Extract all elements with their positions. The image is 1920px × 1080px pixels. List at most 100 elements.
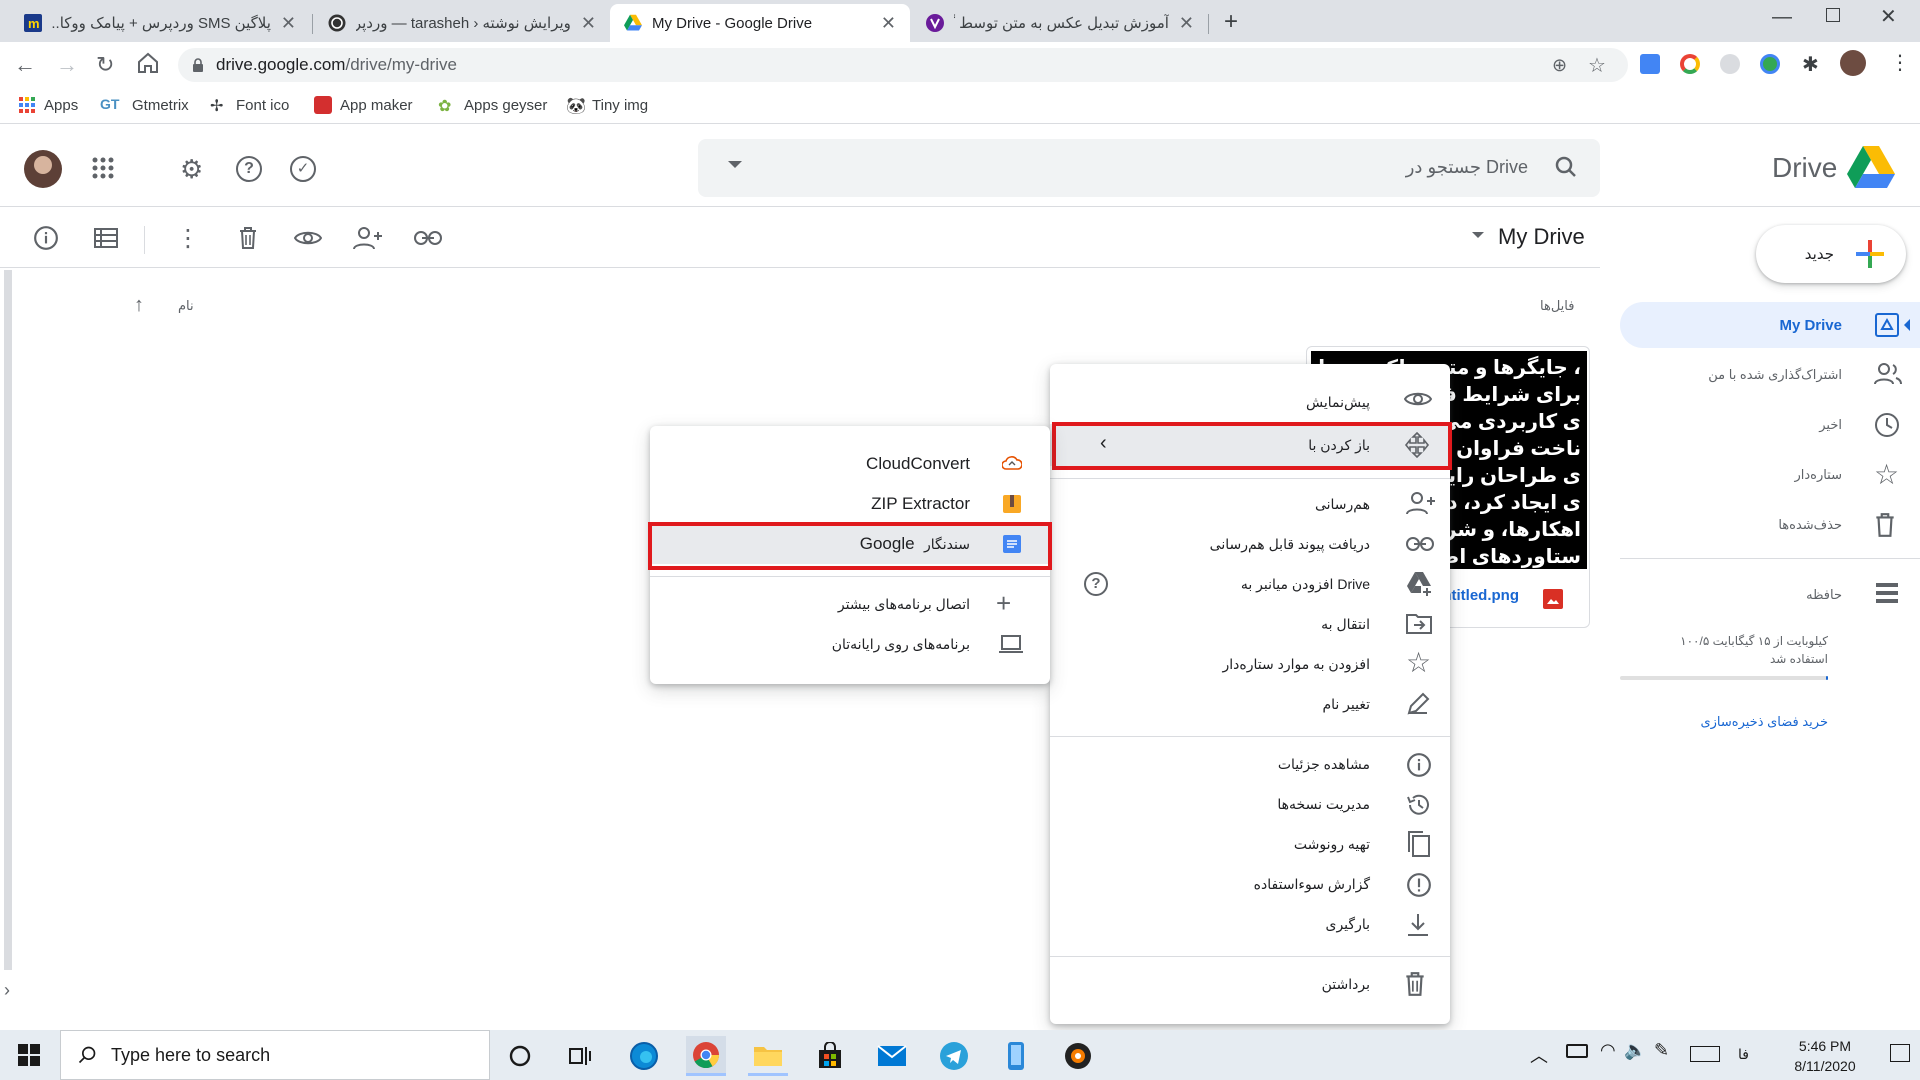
get-link-icon[interactable]	[410, 220, 446, 256]
menu-item-preview[interactable]: پیش‌نمایش	[1050, 382, 1450, 422]
taskbar-search-input[interactable]: Type here to search	[111, 1045, 270, 1066]
file-explorer-icon[interactable]	[748, 1036, 788, 1076]
breadcrumb-dropdown-icon[interactable]	[1472, 232, 1484, 238]
close-window-button[interactable]: ✕	[1880, 4, 1897, 29]
preview-eye-icon[interactable]	[290, 220, 326, 256]
close-icon[interactable]: ✕	[881, 13, 896, 34]
close-icon[interactable]: ✕	[581, 13, 596, 34]
extension-icon[interactable]	[1760, 54, 1780, 74]
taskbar-search-box[interactable]: Type here to search	[60, 1030, 490, 1080]
translate-extension-icon[interactable]	[1640, 54, 1660, 74]
tray-chevron-up-icon[interactable]: ︿	[1530, 1042, 1548, 1068]
chrome-menu-icon[interactable]: ⋮	[1890, 50, 1910, 75]
sidebar-item-starred[interactable]: ستاره‌دار ☆	[1620, 452, 1920, 498]
sidebar-item-my-drive[interactable]: My Drive	[1620, 302, 1920, 348]
keyboard-icon[interactable]	[1690, 1046, 1720, 1062]
share-person-add-icon[interactable]	[350, 220, 386, 256]
media-player-icon[interactable]	[1058, 1036, 1098, 1076]
sidebar-item-trash[interactable]: حذف‌شده‌ها	[1620, 502, 1920, 548]
sidebar-item-shared-with-me[interactable]: اشتراک‌گذاری شده با من	[1620, 352, 1920, 398]
notifications-icon[interactable]	[1890, 1044, 1910, 1062]
help-icon[interactable]: ?	[1084, 572, 1108, 596]
puzzle-icon[interactable]: ✱	[1802, 52, 1819, 77]
color-extension-icon[interactable]	[1680, 54, 1700, 74]
maximize-button[interactable]	[1826, 8, 1840, 22]
new-tab-button[interactable]: +	[1224, 8, 1238, 36]
tab-ocr-tutorial[interactable]: آموزش تبدیل عکس به متن توسط گ... ✕	[912, 4, 1208, 42]
more-actions-icon[interactable]: ⋮	[170, 220, 206, 256]
sort-arrow-up-icon[interactable]: ↑	[134, 294, 144, 317]
sort-label[interactable]: نام	[178, 298, 194, 314]
account-avatar[interactable]	[24, 150, 62, 188]
sidebar-item-storage[interactable]: حافظه	[1620, 572, 1920, 618]
menu-item-share[interactable]: هم‌رسانی	[1050, 484, 1450, 524]
volume-icon[interactable]: 🔈	[1624, 1040, 1646, 1061]
task-view-icon[interactable]	[560, 1036, 600, 1076]
new-button[interactable]: جدید	[1756, 225, 1906, 283]
pen-icon[interactable]: ✎	[1654, 1040, 1669, 1061]
profile-avatar[interactable]	[1840, 50, 1866, 76]
tab-sms-plugin[interactable]: m پلاگین SMS وردپرس + پیامک ووکا... ✕	[10, 4, 310, 42]
menu-item-rename[interactable]: تغییر نام	[1050, 684, 1450, 724]
battery-icon[interactable]	[1566, 1044, 1588, 1058]
bookmark-apps-geyser[interactable]: ✿ Apps geyser	[438, 96, 547, 116]
menu-item-move-to[interactable]: انتقال به	[1050, 604, 1450, 644]
forward-button[interactable]: →	[56, 52, 78, 78]
tab-wordpress-edit[interactable]: ویرایش نوشته ‹ tarasheh — وردپر... ✕	[314, 4, 610, 42]
bookmark-star-icon[interactable]: ☆	[1588, 53, 1606, 78]
google-drive-logo-icon[interactable]	[1846, 146, 1896, 190]
menu-item-get-link[interactable]: دریافت پیوند قابل هم‌رسانی	[1050, 524, 1450, 564]
bookmark-gtmetrix[interactable]: GT Gtmetrix	[100, 96, 189, 114]
menu-item-download[interactable]: بارگیری	[1050, 904, 1450, 944]
ready-offline-icon[interactable]: ✓	[290, 156, 316, 182]
windows-start-icon[interactable]	[18, 1044, 40, 1066]
chrome-taskbar-icon[interactable]	[686, 1036, 726, 1076]
menu-item-remove[interactable]: برداشتن	[1050, 964, 1450, 1004]
menu-item-add-shortcut[interactable]: افزودن میانبر به Drive ?	[1050, 564, 1450, 604]
search-input[interactable]: جستجو در Drive	[1406, 157, 1528, 178]
bookmark-font-ico[interactable]: ✢ Font ico	[210, 96, 289, 116]
submenu-item-connect-more-apps[interactable]: اتصال برنامه‌های بیشتر +	[650, 584, 1050, 624]
menu-item-add-starred[interactable]: افزودن به موارد ستاره‌دار ☆	[1050, 644, 1450, 684]
menu-item-view-details[interactable]: مشاهده جزئیات	[1050, 744, 1450, 784]
menu-item-report-abuse[interactable]: گزارش سوءاستفاده	[1050, 864, 1450, 904]
list-view-icon[interactable]	[88, 220, 124, 256]
bookmark-apps[interactable]: Apps	[18, 96, 78, 114]
edge-icon[interactable]	[624, 1036, 664, 1076]
cortana-icon[interactable]	[500, 1036, 540, 1076]
menu-item-manage-versions[interactable]: مدیریت نسخه‌ها	[1050, 784, 1450, 824]
expand-panel-chevron-icon[interactable]: ›	[4, 980, 10, 1001]
close-icon[interactable]: ✕	[281, 13, 296, 34]
mail-icon[interactable]	[872, 1036, 912, 1076]
address-bar[interactable]: drive.google.com/drive/my-drive ⊕ ☆	[178, 48, 1628, 82]
help-icon[interactable]: ?	[236, 156, 262, 182]
tab-my-drive[interactable]: My Drive - Google Drive ✕	[610, 4, 910, 42]
reload-button[interactable]: ↻	[96, 52, 114, 78]
search-icon[interactable]	[1554, 155, 1578, 179]
install-icon[interactable]: ⊕	[1552, 55, 1567, 76]
settings-gear-icon[interactable]: ⚙	[180, 154, 203, 185]
search-options-dropdown-icon[interactable]	[728, 161, 742, 168]
google-apps-icon[interactable]	[92, 157, 114, 179]
bookmark-tiny-img[interactable]: 🐼 Tiny img	[566, 96, 648, 116]
left-scroll-track[interactable]	[4, 270, 12, 970]
wifi-icon[interactable]: ◠	[1600, 1040, 1616, 1061]
buy-storage-link[interactable]: خرید فضای ذخیره‌سازی	[1620, 714, 1828, 730]
trash-icon[interactable]	[230, 220, 266, 256]
store-icon[interactable]	[810, 1036, 850, 1076]
menu-item-make-copy[interactable]: تهیه رونوشت	[1050, 824, 1450, 864]
close-icon[interactable]: ✕	[1179, 13, 1194, 34]
back-button[interactable]: ←	[14, 52, 36, 78]
phone-app-icon[interactable]	[996, 1036, 1036, 1076]
view-details-icon[interactable]	[28, 220, 64, 256]
submenu-item-cloudconvert[interactable]: CloudConvert	[650, 444, 1050, 484]
telegram-icon[interactable]	[934, 1036, 974, 1076]
home-button[interactable]	[136, 51, 160, 75]
input-language[interactable]: فا	[1738, 1046, 1749, 1063]
minimize-button[interactable]: —	[1772, 6, 1792, 29]
extension-icon[interactable]	[1720, 54, 1740, 74]
submenu-item-computer-apps[interactable]: برنامه‌های روی رایانه‌تان	[650, 624, 1050, 664]
taskbar-clock[interactable]: 5:46 PM 8/11/2020	[1780, 1036, 1870, 1076]
bookmark-app-maker[interactable]: App maker	[314, 96, 413, 114]
drive-search-bar[interactable]: جستجو در Drive	[698, 139, 1600, 197]
